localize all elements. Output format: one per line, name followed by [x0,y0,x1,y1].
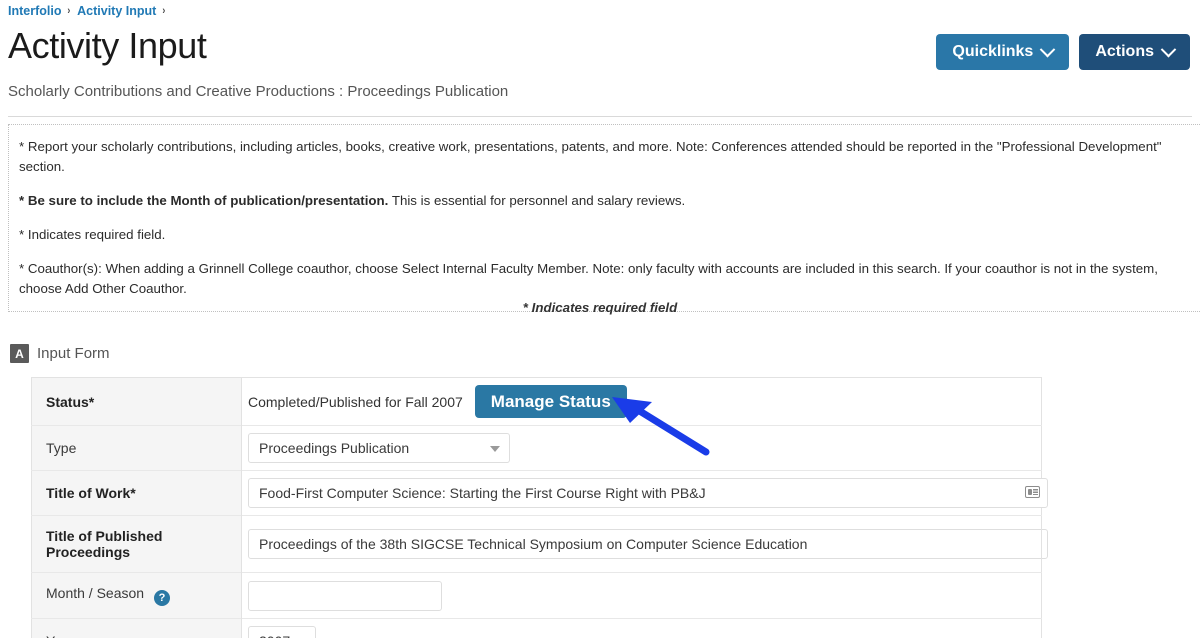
label-status: Status* [31,377,242,426]
contact-card-icon[interactable] [1025,486,1040,498]
value-year: 2007 [241,618,1042,638]
value-title-of-published-proceedings [241,515,1048,573]
value-status: Completed/Published for Fall 2007 Manage… [241,377,1042,426]
actions-button-label: Actions [1095,43,1154,60]
title-of-work-wrap [248,478,1048,508]
status-line: Completed/Published for Fall 2007 Manage… [248,385,1041,418]
label-month-season-text: Month / Season [46,585,145,601]
type-select-value: Proceedings Publication [259,440,410,456]
section-title: Input Form [37,345,110,362]
breadcrumb-item-activity-input[interactable]: Activity Input [77,4,156,18]
header-actions: Quicklinks Actions [936,34,1190,70]
value-month-season [241,572,1042,619]
table-row-title-of-published-proceedings: Title of Published Proceedings [31,515,1048,573]
header-divider [8,116,1192,117]
breadcrumb-item-interfolio[interactable]: Interfolio [8,4,61,18]
table-row-title-of-work: Title of Work* [31,470,1048,516]
required-field-note: * Indicates required field [522,300,678,315]
year-select[interactable]: 2007 [248,626,316,638]
chevron-down-icon [1040,41,1056,57]
table-row-type: Type Proceedings Publication [31,425,1042,471]
section-header-input-form: A Input Form [10,344,110,363]
instruction-paragraph-2: * Be sure to include the Month of public… [19,191,1188,211]
activity-input-page: Interfolio › Activity Input › Activity I… [0,0,1200,638]
help-icon[interactable]: ? [153,590,170,606]
breadcrumb: Interfolio › Activity Input › [8,4,166,18]
label-year: Year [31,618,242,638]
chevron-down-icon [490,446,500,452]
instruction-2-bold: * Be sure to include the Month of public… [19,193,389,208]
title-of-work-input[interactable] [248,478,1048,508]
table-row-status: Status* Completed/Published for Fall 200… [31,377,1042,426]
label-month-season: Month / Season ? [31,572,242,619]
quicklinks-button-label: Quicklinks [952,43,1034,60]
label-title-of-work: Title of Work* [31,470,242,516]
title-of-published-proceedings-input[interactable] [248,529,1048,559]
instruction-paragraph-3: * Indicates required field. [19,227,166,242]
value-type: Proceedings Publication [241,425,1042,471]
breadcrumb-separator-icon: › [67,5,71,17]
input-form-table: Status* Completed/Published for Fall 200… [31,377,1048,638]
page-title: Activity Input [8,25,207,66]
value-title-of-work [241,470,1048,516]
instruction-paragraph-4: * Coauthor(s): When adding a Grinnell Co… [19,261,1158,296]
chevron-down-icon [1160,41,1177,57]
month-season-input[interactable] [248,580,442,611]
breadcrumb-separator-icon-2: › [162,5,166,17]
label-type: Type [31,425,242,471]
section-badge: A [10,344,29,363]
quicklinks-button[interactable]: Quicklinks [936,34,1070,70]
instruction-paragraph-1: * Report your scholarly contributions, i… [19,139,1162,174]
manage-status-button[interactable]: Manage Status [474,385,627,418]
year-select-value: 2007 [259,633,290,638]
table-row-month-season: Month / Season ? [31,572,1042,619]
page-subtitle: Scholarly Contributions and Creative Pro… [8,83,509,100]
status-value-text: Completed/Published for Fall 2007 [248,393,463,410]
instructions-panel: * Report your scholarly contributions, i… [8,124,1200,312]
actions-button[interactable]: Actions [1079,34,1190,70]
table-row-year: Year 2007 [31,618,1042,638]
instruction-2-rest: This is essential for personnel and sala… [388,193,686,208]
label-title-of-published-proceedings: Title of Published Proceedings [31,515,242,573]
type-select[interactable]: Proceedings Publication [248,433,510,463]
